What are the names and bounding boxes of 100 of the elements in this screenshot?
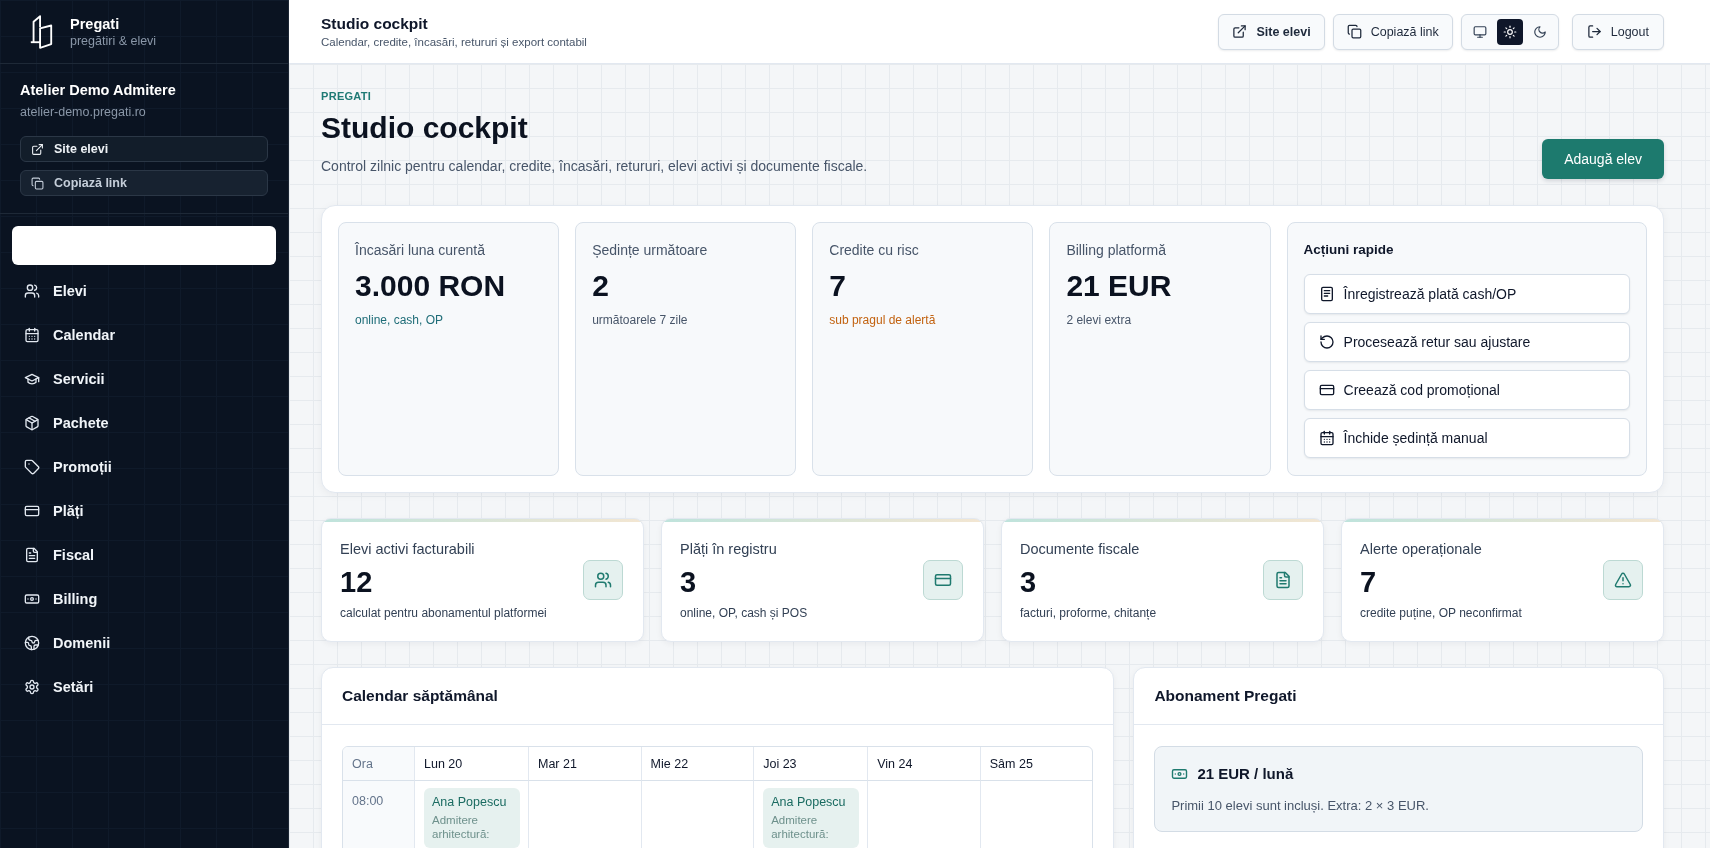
logout-icon xyxy=(1586,24,1602,39)
page-description: Control zilnic pentru calendar, credite, încasări, retururi, elevi activi și documente fiscale. xyxy=(321,157,868,175)
kpi-value: 3 xyxy=(1020,565,1037,598)
stat-value: 2 xyxy=(592,269,609,303)
settings-icon xyxy=(24,679,40,695)
event-detail: Admitere arhitectură: xyxy=(432,813,491,841)
kpi-note: credite puține, OP neconfirmat xyxy=(1360,605,1522,620)
sun-icon xyxy=(1502,24,1517,39)
external-link-icon xyxy=(31,142,44,156)
banknote-icon xyxy=(24,591,40,607)
header-link-button[interactable]: Site elevi xyxy=(1218,13,1325,50)
nav-item[interactable]: Promoții xyxy=(0,445,288,489)
page-heading: Studio cockpit xyxy=(321,110,529,146)
page-title: Studio cockpit xyxy=(321,15,429,33)
stat-value: 3.000 RON xyxy=(355,269,506,303)
column-header: Mar 21 xyxy=(538,756,577,771)
rotate-left-icon xyxy=(1318,334,1335,350)
event-detail: Admitere arhitectură: xyxy=(771,813,830,841)
theme-option-button[interactable] xyxy=(1496,18,1523,45)
kpi-label: Documente fiscale xyxy=(1020,540,1140,558)
moon-icon xyxy=(1532,24,1547,39)
header-link-button[interactable]: Copiază link xyxy=(1332,13,1453,50)
kpi-value: 3 xyxy=(680,565,697,598)
stat-label: Ședințe următoare xyxy=(592,242,708,258)
event-card[interactable]: Ana Popescu Admitere arhitectură: xyxy=(424,788,520,848)
kpi-value: 7 xyxy=(1360,565,1377,598)
users-icon xyxy=(583,560,623,600)
stat-value: 7 xyxy=(829,269,846,303)
users-icon xyxy=(24,283,40,299)
kpi-note: calculat pentru abonamentul platformei xyxy=(340,605,547,620)
quick-actions-title: Acțiuni rapide xyxy=(1303,242,1395,257)
document-icon xyxy=(24,547,40,563)
column-header: Mie 22 xyxy=(650,756,689,771)
kpi-value: 12 xyxy=(340,565,373,598)
stat-label: Billing platformă xyxy=(1066,242,1166,258)
calendar-icon xyxy=(1318,430,1335,446)
nav-item[interactable]: Plăți xyxy=(0,489,288,533)
logout-button[interactable]: Logout xyxy=(1571,13,1664,50)
kpi-note: facturi, proforme, chitanțe xyxy=(1020,605,1157,620)
document-icon xyxy=(1263,560,1303,600)
monitor-icon xyxy=(1472,24,1487,39)
column-header: Sâm 25 xyxy=(989,756,1033,771)
kpi-note: online, OP, cash și POS xyxy=(680,605,808,620)
logo-icon xyxy=(28,13,54,50)
stat-label: Credite cu risc xyxy=(829,242,919,258)
time-label: 08:00 xyxy=(352,794,384,808)
column-header: Lun 20 xyxy=(424,756,463,771)
sidebar-link-button[interactable]: Site elevi xyxy=(20,136,268,162)
credit-card-icon xyxy=(923,560,963,600)
box-icon xyxy=(24,415,40,431)
event-name: Ana Popescu xyxy=(771,795,846,809)
brand-tagline: pregătiri & elevi xyxy=(70,33,157,48)
page-subtitle: Calendar, credite, încasări, retururi și export contabil xyxy=(321,36,587,48)
copy-icon xyxy=(31,176,44,190)
column-header: Ora xyxy=(352,756,373,771)
warning-icon xyxy=(1603,560,1643,600)
panel-title: Calendar săptămânal xyxy=(342,687,498,705)
banknote-icon xyxy=(1171,766,1189,781)
nav-item[interactable]: Pachete xyxy=(0,401,288,445)
brand-name: Pregati xyxy=(70,15,121,32)
stat-note: online, cash, OP xyxy=(355,313,444,327)
add-student-button[interactable]: Adaugă elev xyxy=(1542,139,1664,179)
nav-item[interactable]: Setări xyxy=(0,665,288,709)
workspace-domain: atelier-demo.pregati.ro xyxy=(20,105,147,119)
kpi-label: Alerte operaționale xyxy=(1360,540,1482,558)
column-header: Vin 24 xyxy=(877,756,913,771)
globe-icon xyxy=(24,635,40,651)
kpi-label: Plăți în registru xyxy=(680,540,777,558)
document-icon xyxy=(1318,286,1335,302)
panel-title: Abonament Pregati xyxy=(1154,687,1297,705)
graduation-cap-icon xyxy=(24,371,40,387)
plan-price: 21 EUR / lună xyxy=(1197,765,1294,782)
nav-item[interactable]: Calendar xyxy=(0,313,288,357)
credit-card-icon xyxy=(1318,382,1335,398)
stat-note: următoarele 7 zile xyxy=(592,313,688,327)
copy-icon xyxy=(1346,24,1362,39)
nav-item[interactable]: Elevi xyxy=(0,269,288,313)
plan-note: Primii 10 elevi sunt incluși. Extra: 2 × 3 EUR. xyxy=(1171,798,1430,813)
stat-label: Încasări luna curentă xyxy=(355,242,485,258)
credit-card-icon xyxy=(24,503,40,519)
quick-action-button[interactable]: Închide ședință manual xyxy=(1303,418,1630,458)
column-header: Joi 23 xyxy=(763,756,797,771)
kpi-label: Elevi activi facturabili xyxy=(340,540,475,558)
nav-item[interactable]: Billing xyxy=(0,577,288,621)
quick-action-button[interactable]: Procesează retur sau ajustare xyxy=(1303,322,1630,362)
stat-note: 2 elevi extra xyxy=(1066,313,1132,327)
external-link-icon xyxy=(1232,24,1248,39)
stat-note: sub pragul de alertă xyxy=(829,313,936,327)
sidebar-link-button[interactable]: Copiază link xyxy=(20,170,268,196)
nav-item[interactable]: Domenii xyxy=(0,621,288,665)
quick-action-button[interactable]: Înregistrează plată cash/OP xyxy=(1303,274,1630,314)
calendar-icon xyxy=(24,327,40,343)
tag-icon xyxy=(24,459,40,475)
workspace-name: Atelier Demo Admitere xyxy=(20,82,177,98)
nav-item[interactable]: Servicii xyxy=(0,357,288,401)
quick-action-button[interactable]: Creează cod promoțional xyxy=(1303,370,1630,410)
eyebrow-label: PREGATI xyxy=(321,90,373,102)
event-name: Ana Popescu xyxy=(432,795,507,809)
nav-item[interactable]: Fiscal xyxy=(0,533,288,577)
event-card[interactable]: Ana Popescu Admitere arhitectură: xyxy=(763,788,860,848)
